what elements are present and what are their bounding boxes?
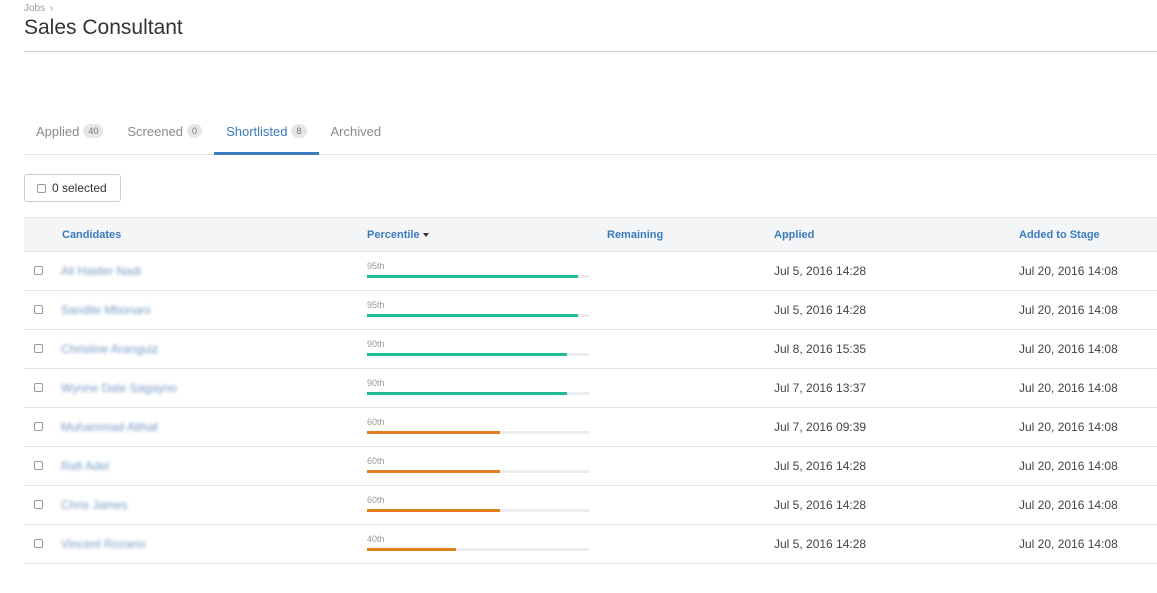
tab-label: Applied — [36, 123, 80, 139]
candidate-name-link[interactable]: Christine Aranguiz — [61, 342, 158, 356]
percentile-label: 95th — [367, 261, 385, 271]
percentile-bar-fill — [367, 431, 501, 434]
selected-count-label: 0 selected — [52, 181, 107, 195]
added-to-stage-date: Jul 20, 2016 14:08 — [1019, 381, 1118, 395]
added-to-stage-date: Jul 20, 2016 14:08 — [1019, 537, 1118, 551]
percentile-bar-fill — [367, 509, 501, 512]
added-to-stage-date: Jul 20, 2016 14:08 — [1019, 498, 1118, 512]
candidate-name-link[interactable]: Sandile Mbonani — [61, 303, 150, 317]
applied-date: Jul 5, 2016 14:28 — [774, 537, 867, 551]
percentile-bar-track — [367, 470, 589, 473]
tab-label: Screened — [127, 123, 184, 139]
table-row[interactable]: Sandile Mbonani 95th Jul 5, 2016 14:28 Jul … — [24, 291, 1157, 330]
percentile-label: 60th — [367, 495, 385, 505]
table-header: Candidates Percentile Remaining Applied … — [24, 217, 1157, 252]
table-row[interactable]: Christine Aranguiz 90th Jul 8, 2016 15:35 J… — [24, 330, 1157, 369]
column-header-applied[interactable]: Applied — [774, 218, 814, 252]
candidates-table: Candidates Percentile Remaining Applied … — [24, 217, 1157, 564]
candidate-name-link[interactable]: Muhammad Althaf — [61, 420, 158, 434]
applied-date: Jul 7, 2016 09:39 — [774, 420, 867, 434]
percentile-bar-fill — [367, 392, 567, 395]
bulk-select-button[interactable]: 0 selected — [24, 174, 121, 202]
percentile-bar-track — [367, 314, 589, 317]
column-header-added-to-stage[interactable]: Added to Stage — [1019, 218, 1100, 252]
row-checkbox[interactable] — [34, 383, 43, 392]
row-checkbox[interactable] — [34, 461, 43, 470]
added-to-stage-date: Jul 20, 2016 14:08 — [1019, 264, 1118, 278]
percentile-label: 90th — [367, 378, 385, 388]
column-header-remaining[interactable]: Remaining — [607, 218, 663, 252]
tab-label: Archived — [330, 123, 382, 139]
tab-label: Shortlisted — [226, 123, 288, 139]
table-row[interactable]: Muhammad Althaf 60th Jul 7, 2016 09:39 Jul … — [24, 408, 1157, 447]
tab-shortlisted[interactable]: Shortlisted 8 — [214, 108, 319, 155]
row-checkbox[interactable] — [34, 344, 43, 353]
percentile-bar-track — [367, 353, 589, 356]
percentile-label: 90th — [367, 339, 385, 349]
added-to-stage-date: Jul 20, 2016 14:08 — [1019, 342, 1118, 356]
candidate-name-link[interactable]: Ali Haider Nadi — [61, 264, 141, 278]
title-divider — [24, 51, 1157, 52]
table-row[interactable]: Chris James 60th Jul 5, 2016 14:28 Jul 20, … — [24, 486, 1157, 525]
applied-date: Jul 8, 2016 15:35 — [774, 342, 867, 356]
candidate-name-link[interactable]: Rafi Adel — [61, 459, 109, 473]
row-checkbox[interactable] — [34, 500, 43, 509]
tab-screened[interactable]: Screened 0 — [115, 108, 214, 154]
column-header-percentile[interactable]: Percentile — [367, 218, 429, 252]
percentile-label: 60th — [367, 456, 385, 466]
table-row[interactable]: Ali Haider Nadi 95th Jul 5, 2016 14:28 Jul … — [24, 252, 1157, 291]
row-checkbox[interactable] — [34, 422, 43, 431]
percentile-bar-fill — [367, 314, 578, 317]
sort-desc-icon — [422, 233, 429, 238]
percentile-label: 40th — [367, 534, 385, 544]
percentile-bar-fill — [367, 548, 456, 551]
percentile-bar-fill — [367, 353, 567, 356]
percentile-bar-fill — [367, 470, 501, 473]
percentile-bar-track — [367, 431, 589, 434]
percentile-bar-track — [367, 548, 589, 551]
tab-archived[interactable]: Archived — [319, 108, 394, 154]
applied-date: Jul 5, 2016 14:28 — [774, 264, 867, 278]
page-title: Sales Consultant — [24, 16, 183, 39]
select-all-checkbox[interactable] — [37, 183, 46, 193]
row-checkbox[interactable] — [34, 266, 43, 275]
row-checkbox[interactable] — [34, 305, 43, 314]
added-to-stage-date: Jul 20, 2016 14:08 — [1019, 459, 1118, 473]
tab-applied[interactable]: Applied 40 — [24, 108, 115, 154]
breadcrumb-separator: › — [49, 3, 54, 14]
applied-date: Jul 5, 2016 14:28 — [774, 303, 867, 317]
percentile-label: 95th — [367, 300, 385, 310]
candidate-name-link[interactable]: Wynne Dale Sagayno — [61, 381, 177, 395]
table-row[interactable]: Vincent Rozario 40th Jul 5, 2016 14:28 Jul … — [24, 525, 1157, 564]
percentile-label: 60th — [367, 417, 385, 427]
percentile-bar-track — [367, 509, 589, 512]
applied-date: Jul 5, 2016 14:28 — [774, 459, 867, 473]
applied-date: Jul 5, 2016 14:28 — [774, 498, 867, 512]
table-row[interactable]: Wynne Dale Sagayno 90th Jul 7, 2016 13:37 J… — [24, 369, 1157, 408]
added-to-stage-date: Jul 20, 2016 14:08 — [1019, 303, 1118, 317]
table-body: Ali Haider Nadi 95th Jul 5, 2016 14:28 Jul … — [24, 252, 1157, 564]
candidate-name-link[interactable]: Vincent Rozario — [61, 537, 146, 551]
column-header-candidates[interactable]: Candidates — [62, 218, 121, 252]
added-to-stage-date: Jul 20, 2016 14:08 — [1019, 420, 1118, 434]
tab-count-badge: 0 — [187, 124, 203, 138]
candidate-name-link[interactable]: Chris James — [61, 498, 128, 512]
column-header-percentile-label: Percentile — [367, 229, 420, 241]
breadcrumb-jobs-link[interactable]: Jobs — [24, 3, 45, 14]
percentile-bar-track — [367, 275, 589, 278]
percentile-bar-fill — [367, 275, 578, 278]
table-row[interactable]: Rafi Adel 60th Jul 5, 2016 14:28 Jul 20, 20… — [24, 447, 1157, 486]
tab-count-badge: 8 — [291, 124, 307, 138]
breadcrumb: Jobs › — [24, 3, 53, 14]
stage-tabs: Applied 40 Screened 0 Shortlisted 8 Arch… — [24, 108, 1157, 155]
percentile-bar-track — [367, 392, 589, 395]
row-checkbox[interactable] — [34, 539, 43, 548]
tab-count-badge: 40 — [83, 124, 104, 138]
applied-date: Jul 7, 2016 13:37 — [774, 381, 867, 395]
